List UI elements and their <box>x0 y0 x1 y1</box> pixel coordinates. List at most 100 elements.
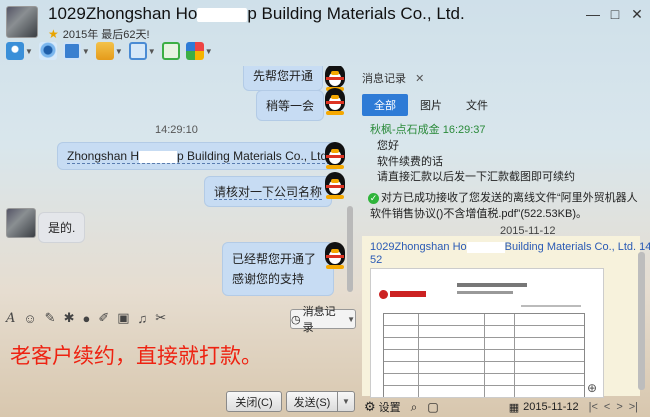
message-bubble: 是的. <box>38 212 86 243</box>
toolbar-file[interactable]: ▼ <box>95 42 123 60</box>
contact-status: ★ 2015年 最后62天! <box>48 26 150 42</box>
message-history-button[interactable]: ◷ 消息记录 ▼ <box>290 306 356 334</box>
contact-avatar[interactable] <box>6 208 36 238</box>
send-button-label: 发送(S) <box>293 396 331 409</box>
file-line-text: 对方已成功接收了您发送的离线文件“阿里外贸机器人 <box>381 192 638 204</box>
clock-icon: ◷ <box>291 313 301 326</box>
voice-icon[interactable]: ● <box>82 311 90 326</box>
message-timestamp: 14:29:10 <box>155 124 198 136</box>
close-button-label: 关闭(C) <box>235 396 273 409</box>
send-button[interactable]: 发送(S) <box>286 391 338 412</box>
tab-files[interactable]: 文件 <box>454 94 500 116</box>
history-filter-tabs: 全部 图片 文件 <box>362 94 500 116</box>
first-page-icon[interactable]: |< <box>589 401 598 413</box>
tab-all[interactable]: 全部 <box>362 94 408 116</box>
star-icon: ★ <box>48 27 59 41</box>
last-page-icon[interactable]: >| <box>629 401 638 413</box>
qq-avatar-icon <box>322 242 348 270</box>
music-icon[interactable]: ♫ <box>138 311 148 326</box>
message-bubble-partial: 先帮您开通 <box>243 66 324 91</box>
toolbar-apps[interactable]: ▼ <box>185 42 213 60</box>
toolbar-add[interactable] <box>161 42 180 60</box>
title-part-1: 1029Zhongshan Ho <box>48 4 198 23</box>
history-line: 软件续费的话 <box>377 156 443 168</box>
chevron-down-icon: ▼ <box>147 46 156 56</box>
close-button[interactable]: 关闭(C) <box>226 391 282 412</box>
current-date: 2015-11-12 <box>523 401 579 413</box>
next-page-icon[interactable]: > <box>616 401 622 413</box>
prev-page-icon[interactable]: < <box>604 401 610 413</box>
status-text: 2015年 最后62天! <box>62 29 150 41</box>
file-received-line: 软件销售协议()不含增值税.pdf”(522.53KB)。 <box>370 208 587 220</box>
history-message-time: 52 <box>370 254 383 266</box>
header-toolbar: ▼ ▼ ▼ ▼ ▼ <box>6 42 213 60</box>
check-icon: ✓ <box>368 193 379 204</box>
im-window: 1029Zhongshan Ho p Building Materials Co.… <box>0 0 650 417</box>
chat-header: 1029Zhongshan Ho p Building Materials Co.… <box>0 0 650 66</box>
zoom-icon[interactable]: ⊕ <box>587 381 597 395</box>
bank-logo <box>379 289 429 299</box>
chevron-down-icon: ▼ <box>25 46 33 56</box>
screenshot-icon[interactable]: ✂ <box>155 310 166 326</box>
history-line: 您好 <box>377 140 399 152</box>
toolbar-audio[interactable]: ▼ <box>6 42 33 60</box>
header-part-2: Building Materials Co., Ltd. 14:26: <box>504 241 650 253</box>
screen-share-icon <box>62 42 81 60</box>
send-file-icon <box>95 42 114 60</box>
edit-icon[interactable]: ✐ <box>98 310 109 326</box>
history-line: 请直接汇款以后发一下汇款截图即可续约 <box>377 171 575 183</box>
font-icon[interactable]: A <box>6 311 15 326</box>
video-call-icon <box>38 42 57 60</box>
doc-heading-line <box>457 283 527 287</box>
shake-icon[interactable]: ✱ <box>64 310 75 326</box>
settings-label[interactable]: 设置 <box>379 399 401 415</box>
add-contact-icon <box>161 42 180 60</box>
header-part-1: 1029Zhongshan Ho <box>370 241 467 253</box>
toolbar-remote[interactable]: ▼ <box>128 42 156 60</box>
audio-call-icon <box>6 42 24 60</box>
doc-meta-line <box>521 305 581 307</box>
history-panel-tab[interactable]: 消息记录 ✕ <box>362 70 424 86</box>
toolbar-video[interactable] <box>38 42 57 60</box>
history-button-label: 消息记录 <box>302 306 336 334</box>
message-text: 是的. <box>48 221 76 235</box>
image-icon[interactable]: ▣ <box>117 310 129 326</box>
text-redaction <box>139 150 178 163</box>
qq-avatar-icon <box>322 88 348 116</box>
chevron-down-icon: ▼ <box>204 46 213 56</box>
doc-heading-line <box>457 291 513 294</box>
message-bubble: 已经帮您开通了 感谢您的支持 <box>222 242 334 296</box>
document-image[interactable]: ⊕ <box>370 268 604 398</box>
document-icon[interactable]: ▢ <box>427 400 438 414</box>
minimize-icon[interactable]: — <box>584 6 602 22</box>
remote-assist-icon <box>128 42 147 60</box>
chevron-down-icon: ▼ <box>342 397 350 406</box>
calendar-icon[interactable]: ▦ <box>509 401 519 414</box>
message-bubble: 稍等一会 <box>256 90 325 121</box>
chat-messages[interactable]: 先帮您开通 稍等一会 14:29:10 Zhongshan H p Buildin… <box>0 66 358 304</box>
panel-tab-label: 消息记录 <box>362 73 406 85</box>
emoji-icon[interactable]: ☺ <box>23 311 36 326</box>
magic-wand-icon[interactable]: ✎ <box>45 310 56 326</box>
contact-title: 1029Zhongshan Ho p Building Materials Co.… <box>48 4 465 24</box>
message-text: 感谢您的支持 <box>232 272 305 286</box>
title-part-2: p Building Materials Co., Ltd. <box>247 4 465 23</box>
panel-scroll-thumb[interactable] <box>638 252 645 390</box>
message-bubble: Zhongshan H p Building Materials Co., Ltd… <box>57 142 341 170</box>
chat-scroll-thumb[interactable] <box>347 206 353 292</box>
tab-images[interactable]: 图片 <box>408 94 454 116</box>
contact-avatar[interactable] <box>6 6 38 38</box>
chevron-down-icon: ▼ <box>81 46 90 56</box>
gear-icon[interactable]: ⚙ <box>364 399 376 415</box>
doc-table <box>383 313 585 397</box>
close-window-icon[interactable]: ✕ <box>628 6 646 23</box>
toolbar-screen[interactable]: ▼ <box>62 42 90 60</box>
qq-avatar-icon <box>322 142 348 170</box>
history-message-header: 1029Zhongshan Ho Building Materials Co., … <box>370 241 650 253</box>
search-icon[interactable]: ⌕ <box>411 400 418 415</box>
title-redaction <box>197 7 248 22</box>
maximize-icon[interactable]: □ <box>606 6 624 22</box>
message-text: Zhongshan H p Building Materials Co., Ltd… <box>67 149 331 164</box>
close-tab-icon[interactable]: ✕ <box>415 73 424 85</box>
send-options-button[interactable]: ▼ <box>337 391 355 412</box>
